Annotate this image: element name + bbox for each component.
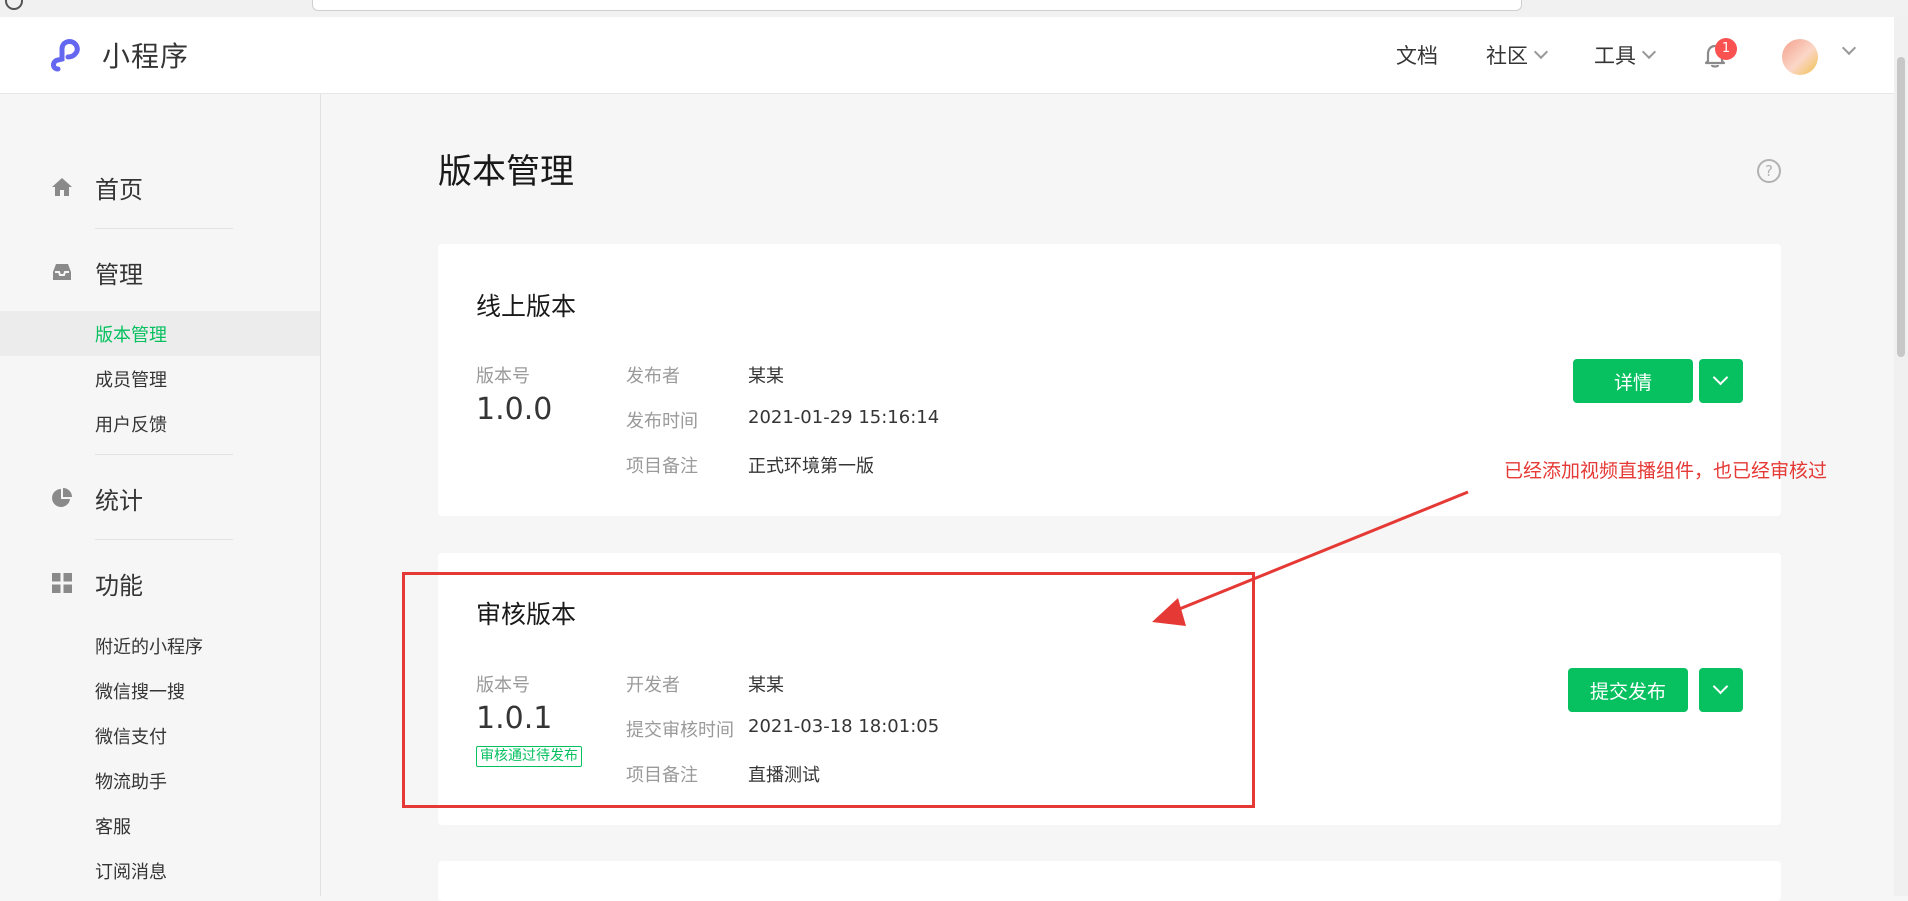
scrollbar[interactable] xyxy=(1894,17,1908,896)
annotation-arrow-icon xyxy=(1152,490,1469,626)
scrollbar-thumb[interactable] xyxy=(1897,57,1905,357)
